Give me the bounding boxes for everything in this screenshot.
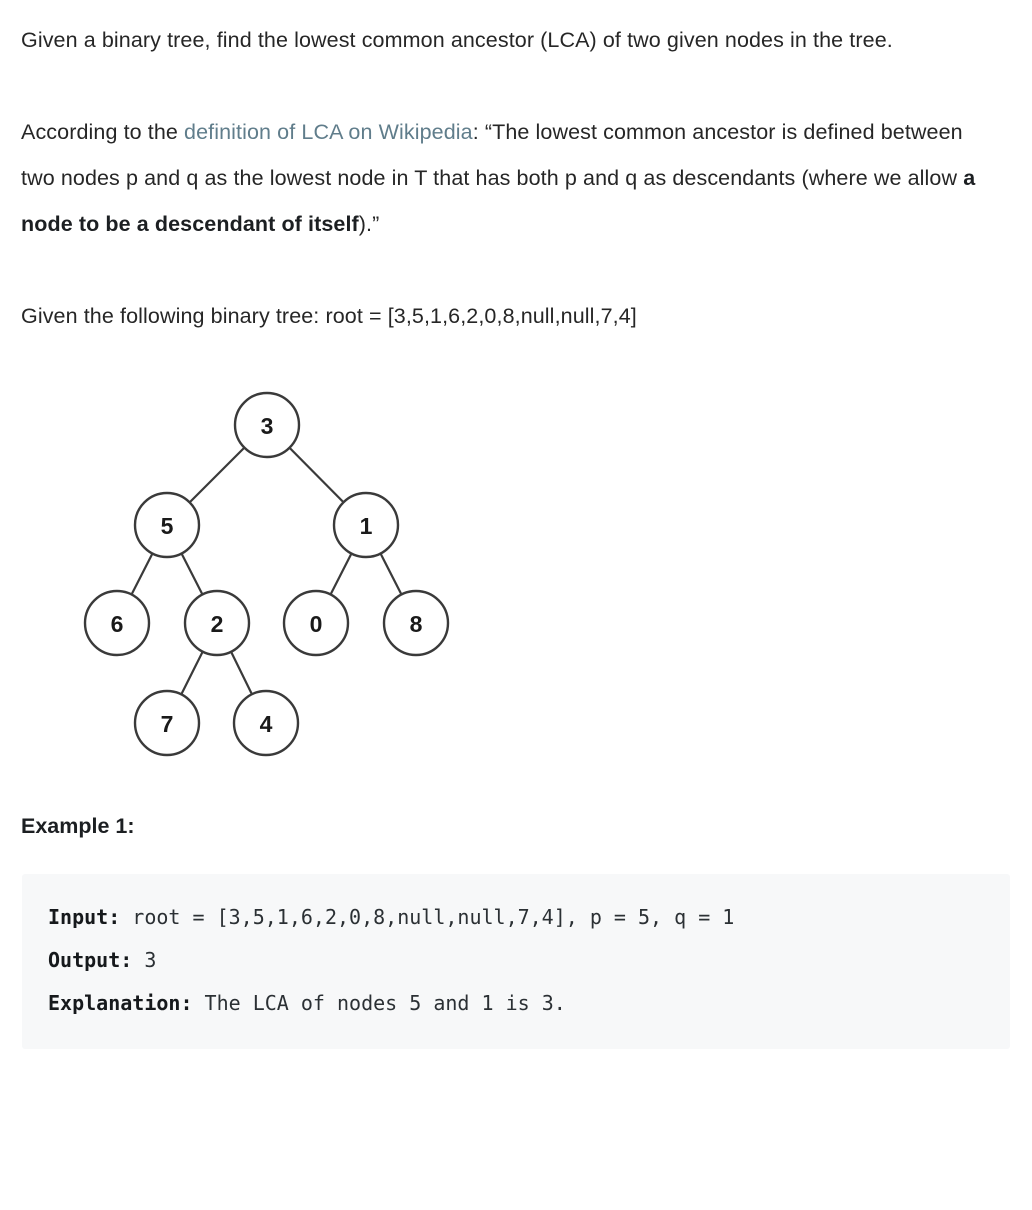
tree-node-label-1: 1 bbox=[360, 513, 373, 539]
article-body: Given a binary tree, find the lowest com… bbox=[0, 0, 1032, 843]
tree-edge-2-7 bbox=[180, 651, 204, 695]
definition-prefix-text: According to the bbox=[21, 120, 185, 144]
tree-node-label-0: 0 bbox=[310, 611, 323, 637]
tree-node-label-5: 5 bbox=[161, 513, 174, 539]
binary-tree-svg: 3 5 1 6 2 0 8 7 4 bbox=[83, 391, 450, 757]
binary-tree-diagram: 3 5 1 6 2 0 8 7 4 bbox=[21, 381, 1011, 781]
tree-node-7: 7 bbox=[133, 689, 201, 757]
wikipedia-lca-link[interactable]: definition of LCA on Wikipedia bbox=[184, 120, 473, 144]
tree-node-label-8: 8 bbox=[410, 611, 423, 637]
tree-edge-3-1 bbox=[288, 446, 345, 504]
code-line-label: Explanation: bbox=[48, 991, 193, 1015]
tree-edge-5-6 bbox=[130, 553, 154, 595]
tree-node-label-2: 2 bbox=[211, 611, 224, 637]
code-line-label: Input: bbox=[48, 905, 121, 929]
tree-node-0: 0 bbox=[282, 589, 350, 657]
example-code-block: Input: root = [3,5,1,6,2,0,8,null,null,7… bbox=[22, 874, 1010, 1049]
tree-edges bbox=[130, 446, 403, 695]
definition-suffix-text: ).” bbox=[358, 212, 380, 236]
tree-node-label-7: 7 bbox=[161, 711, 174, 737]
tree-edge-1-8 bbox=[379, 553, 403, 595]
given-tree-text: Given the following binary tree: root = … bbox=[21, 304, 637, 328]
paragraph-definition: According to the definition of LCA on Wi… bbox=[21, 109, 999, 247]
tree-node-5: 5 bbox=[133, 491, 201, 559]
tree-node-8: 8 bbox=[382, 589, 450, 657]
tree-edge-5-2 bbox=[180, 553, 204, 595]
example-code-text: Input: root = [3,5,1,6,2,0,8,null,null,7… bbox=[48, 896, 984, 1025]
paragraph-given-tree: Given the following binary tree: root = … bbox=[21, 293, 999, 339]
tree-edge-3-5 bbox=[188, 446, 246, 504]
example-1-heading: Example 1: bbox=[21, 814, 135, 838]
tree-node-1: 1 bbox=[332, 491, 400, 559]
code-line-value: root = [3,5,1,6,2,0,8,null,null,7,4], p … bbox=[120, 905, 735, 929]
tree-node-label-3: 3 bbox=[261, 413, 274, 439]
tree-edge-1-0 bbox=[329, 553, 353, 595]
code-line-value: The LCA of nodes 5 and 1 is 3. bbox=[192, 991, 566, 1015]
tree-node-2: 2 bbox=[183, 589, 251, 657]
tree-node-label-6: 6 bbox=[111, 611, 124, 637]
tree-node-4: 4 bbox=[232, 689, 300, 757]
tree-node-6: 6 bbox=[83, 589, 151, 657]
tree-edge-2-4 bbox=[230, 651, 253, 695]
tree-node-3: 3 bbox=[233, 391, 301, 459]
code-line-value: 3 bbox=[132, 948, 157, 972]
problem-statement-page: Given a binary tree, find the lowest com… bbox=[0, 0, 1032, 1210]
tree-nodes: 3 5 1 6 2 0 8 7 4 bbox=[83, 391, 450, 757]
code-line-label: Output: bbox=[48, 948, 133, 972]
intro-text: Given a binary tree, find the lowest com… bbox=[21, 28, 893, 52]
tree-node-label-4: 4 bbox=[260, 711, 273, 737]
paragraph-intro: Given a binary tree, find the lowest com… bbox=[21, 0, 999, 63]
